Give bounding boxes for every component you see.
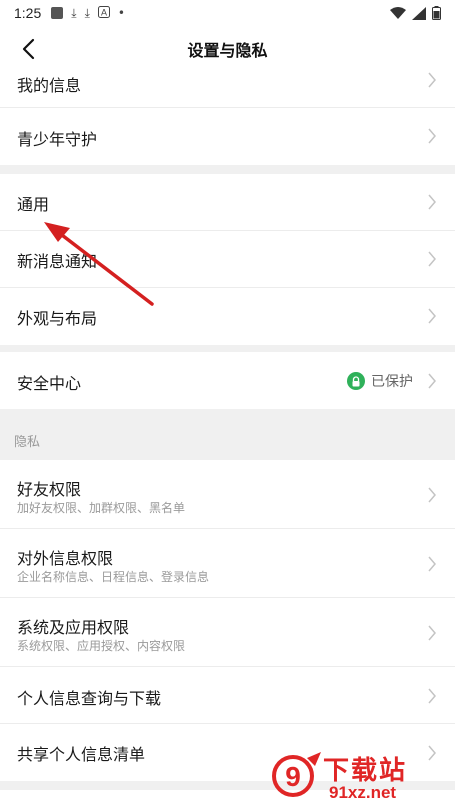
chevron-right-icon [428, 688, 436, 704]
chevron-right-icon [428, 373, 436, 389]
watermark-logo-number: 9 [285, 761, 301, 792]
menu-item-friend-permissions[interactable]: 好友权限 加好友权限、加群权限、黑名单 [0, 460, 455, 529]
section-privacy: 好友权限 加好友权限、加群权限、黑名单 对外信息权限 企业名称信息、日程信息、登… [0, 460, 455, 781]
wifi-icon [390, 6, 406, 19]
menu-item-label: 对外信息权限 [17, 549, 114, 568]
menu-item-appearance[interactable]: 外观与布局 [0, 288, 455, 345]
back-button[interactable] [16, 36, 42, 62]
page-title: 设置与隐私 [187, 41, 268, 60]
menu-item-label: 个人信息查询与下载 [17, 689, 162, 708]
download-icon: ⤓ [84, 5, 90, 20]
chevron-right-icon [428, 72, 436, 88]
battery-icon [432, 6, 441, 20]
svg-text:A: A [101, 7, 107, 17]
menu-item-label: 我的信息 [17, 76, 82, 95]
watermark-domain: 91xz.net [329, 783, 397, 802]
status-bar: 1:25 ⤓ ⤓ A • [0, 0, 455, 26]
section-personal: 我的信息 青少年守护 [0, 72, 455, 165]
menu-item-subtitle: 企业名称信息、日程信息、登录信息 [17, 570, 210, 584]
status-time: 1:25 [14, 5, 42, 21]
gallery-icon [51, 7, 64, 19]
menu-item-system-app-permissions[interactable]: 系统及应用权限 系统权限、应用授权、内容权限 [0, 598, 455, 667]
dot-icon: • [117, 6, 125, 20]
menu-item-personal-info-download[interactable]: 个人信息查询与下载 [0, 667, 455, 724]
menu-item-subtitle: 加好友权限、加群权限、黑名单 [17, 501, 186, 515]
chevron-right-icon [428, 251, 436, 267]
status-right-icons [390, 6, 441, 20]
menu-item-notifications[interactable]: 新消息通知 [0, 231, 455, 288]
menu-item-label: 安全中心 [17, 374, 82, 393]
nav-bar: 设置与隐私 [0, 26, 455, 72]
chevron-right-icon [428, 487, 436, 503]
security-status-text: 已保护 [371, 374, 413, 390]
chevron-right-icon [428, 128, 436, 144]
menu-item-external-info-permissions[interactable]: 对外信息权限 企业名称信息、日程信息、登录信息 [0, 529, 455, 598]
menu-item-label: 通用 [17, 195, 50, 214]
section-security: 安全中心 已保护 [0, 352, 455, 409]
download-icon: ⤓ [71, 5, 77, 20]
privacy-header: 隐私 [14, 435, 41, 450]
menu-item-security-center[interactable]: 安全中心 已保护 [0, 352, 455, 409]
section-general: 通用 新消息通知 外观与布局 [0, 174, 455, 345]
menu-item-label: 新消息通知 [17, 252, 98, 271]
chevron-right-icon [428, 308, 436, 324]
menu-item-my-info[interactable]: 我的信息 [0, 72, 455, 108]
watermark: 9 下载站 91xz.net [271, 750, 451, 806]
security-status: 已保护 [347, 371, 413, 391]
lock-icon [347, 372, 365, 390]
signal-icon [412, 6, 426, 20]
chevron-right-icon [428, 194, 436, 210]
menu-item-label: 青少年守护 [17, 130, 98, 149]
menu-item-label: 共享个人信息清单 [17, 745, 146, 764]
back-arrow-icon [22, 38, 35, 60]
menu-item-teen-guard[interactable]: 青少年守护 [0, 108, 455, 165]
menu-item-label: 外观与布局 [17, 309, 98, 328]
menu-item-label: 系统及应用权限 [17, 618, 130, 637]
chevron-right-icon [428, 625, 436, 641]
menu-item-general[interactable]: 通用 [0, 174, 455, 231]
a-icon: A [97, 5, 110, 21]
menu-item-label: 好友权限 [17, 480, 82, 499]
watermark-brand: 下载站 [323, 756, 408, 786]
chevron-right-icon [428, 556, 436, 572]
menu-item-subtitle: 系统权限、应用授权、内容权限 [17, 639, 186, 653]
